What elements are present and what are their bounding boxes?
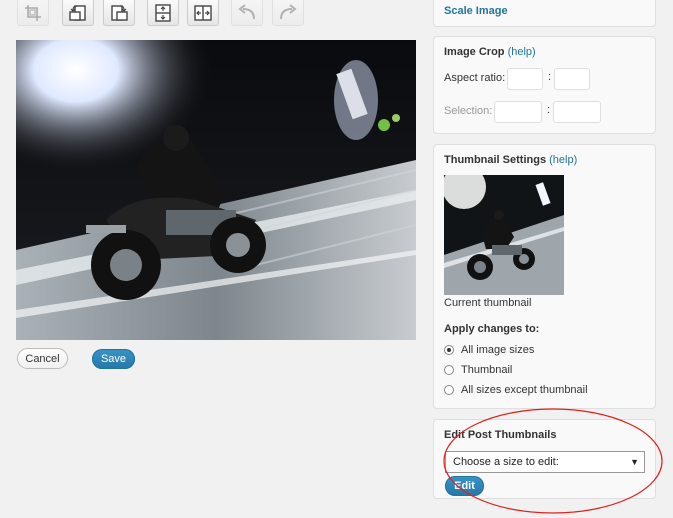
selection-separator: : <box>547 104 551 116</box>
crop-button[interactable] <box>17 0 49 26</box>
select-value: Choose a size to edit: <box>453 456 559 468</box>
aspect-ratio-width-input[interactable] <box>507 68 543 90</box>
selection-label: Selection: <box>444 105 493 117</box>
edit-post-thumbnails-panel: Edit Post Thumbnails Choose a size to ed… <box>433 419 656 499</box>
apply-changes-label: Apply changes to: <box>444 323 540 335</box>
edit-post-thumbnails-title: Edit Post Thumbnails <box>444 429 557 441</box>
rotate-left-icon <box>69 4 86 21</box>
current-thumbnail-image <box>444 175 564 295</box>
selection-height-input[interactable] <box>553 101 601 123</box>
current-thumbnail-caption: Current thumbnail <box>444 297 532 309</box>
radio-button[interactable] <box>444 345 454 355</box>
redo-button[interactable] <box>272 0 304 26</box>
scale-image-toggle[interactable]: Scale Image <box>444 5 508 17</box>
crop-icon <box>25 4 41 21</box>
undo-button[interactable] <box>231 0 263 26</box>
radio-button[interactable] <box>444 385 454 395</box>
radio-thumbnail[interactable]: Thumbnail <box>444 364 512 376</box>
flip-horizontal-button[interactable] <box>187 0 219 26</box>
rotate-right-icon <box>111 4 128 21</box>
thumbnail-settings-title-text: Thumbnail Settings <box>444 154 547 166</box>
motorcycle-photo <box>16 40 416 340</box>
cancel-button[interactable]: Cancel <box>17 348 68 369</box>
flip-horizontal-icon <box>194 4 212 21</box>
dropdown-arrow-icon: ▼ <box>630 457 639 467</box>
flip-vertical-button[interactable] <box>147 0 179 26</box>
rotate-right-button[interactable] <box>103 0 135 26</box>
redo-icon <box>280 3 297 19</box>
radio-label: Thumbnail <box>461 364 513 376</box>
image-crop-help-link[interactable]: (help) <box>508 46 536 58</box>
edit-button[interactable]: Edit <box>445 476 484 496</box>
radio-all-image-sizes[interactable]: All image sizes <box>444 344 534 356</box>
scale-image-panel: Scale Image <box>433 0 656 27</box>
image-crop-title: Image Crop (help) <box>444 46 536 58</box>
thumbnail-settings-title: Thumbnail Settings (help) <box>444 154 577 166</box>
image-crop-panel: Image Crop (help) Aspect ratio: : Select… <box>433 36 656 134</box>
aspect-ratio-height-input[interactable] <box>554 68 590 90</box>
image-crop-title-text: Image Crop <box>444 46 505 58</box>
radio-label: All image sizes <box>461 344 535 356</box>
save-button[interactable]: Save <box>92 349 135 369</box>
radio-label: All sizes except thumbnail <box>461 384 588 396</box>
thumbnail-settings-panel: Thumbnail Settings (help) Current thumbn… <box>433 144 656 409</box>
selection-width-input[interactable] <box>494 101 542 123</box>
thumbnail-size-select[interactable]: Choose a size to edit: ▼ <box>445 451 645 473</box>
aspect-ratio-separator: : <box>548 71 552 83</box>
radio-all-except-thumbnail[interactable]: All sizes except thumbnail <box>444 384 588 396</box>
undo-icon <box>238 3 255 19</box>
aspect-ratio-label: Aspect ratio: <box>444 72 506 84</box>
radio-button[interactable] <box>444 365 454 375</box>
rotate-left-button[interactable] <box>62 0 94 26</box>
image-preview[interactable] <box>16 40 416 340</box>
thumbnail-help-link[interactable]: (help) <box>549 154 577 166</box>
flip-vertical-icon <box>155 3 171 22</box>
